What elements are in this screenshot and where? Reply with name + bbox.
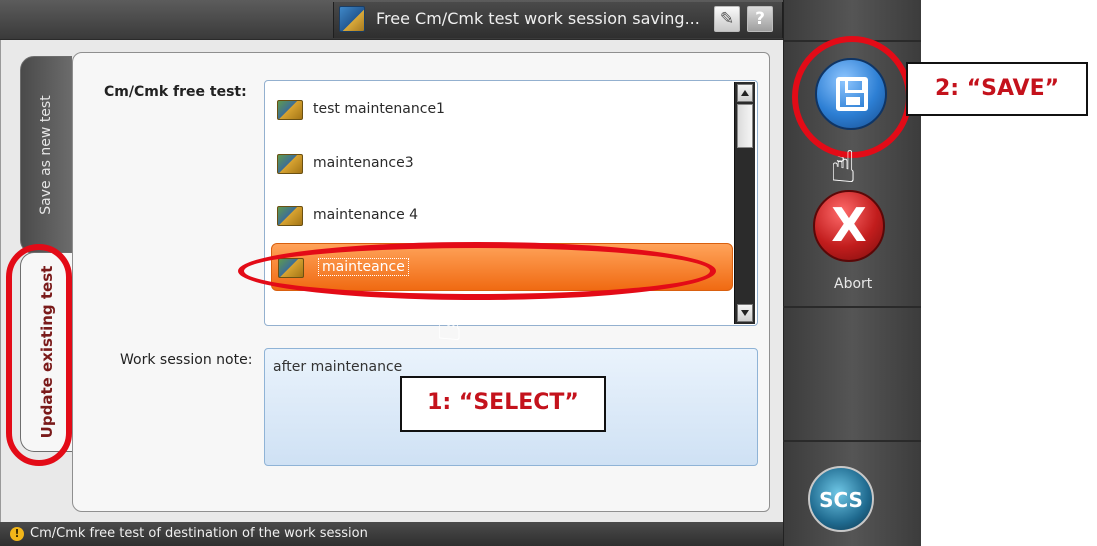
scroll-up-button[interactable] (737, 84, 753, 102)
test-field-label: Cm/Cmk free test: (104, 84, 247, 100)
list-item[interactable]: test maintenance1 (271, 91, 733, 129)
list-item[interactable]: maintenance 4 (271, 197, 733, 235)
divider (783, 306, 921, 308)
warning-icon: ! (10, 527, 24, 541)
note-field-label: Work session note: (120, 352, 253, 368)
annotation-text: 1: “SELECT” (427, 390, 579, 415)
test-icon (277, 154, 303, 174)
abort-button[interactable]: X (813, 190, 885, 262)
divider (783, 440, 921, 442)
arrow-down-icon (741, 310, 749, 316)
pencil-icon[interactable]: ✎ (714, 6, 740, 32)
list-item-label: maintenance3 (313, 155, 414, 171)
annotation-ring-save (792, 36, 912, 158)
abort-button-label: Abort (834, 276, 873, 292)
window-title: Free Cm/Cmk test work session saving... (376, 9, 700, 28)
arrow-up-icon (741, 90, 749, 96)
app-window: Free Cm/Cmk test work session saving... … (0, 0, 1097, 546)
annotation-text: 2: “SAVE” (934, 76, 1060, 101)
scroll-thumb[interactable] (737, 104, 753, 148)
logo-text: SCS (819, 488, 863, 512)
list-item-label: test maintenance1 (313, 101, 445, 117)
annotation-ring-tab (6, 244, 72, 466)
annotation-ring-select (238, 242, 716, 300)
status-text: Cm/Cmk free test of destination of the w… (30, 526, 368, 541)
hand-cursor-icon: ☝ (436, 300, 463, 351)
annotation-callout-select: 1: “SELECT” (400, 376, 606, 432)
app-icon (339, 6, 365, 32)
annotation-callout-save: 2: “SAVE” (906, 62, 1088, 116)
close-icon: X (831, 198, 867, 252)
scroll-down-button[interactable] (737, 304, 753, 322)
list-item-label: maintenance 4 (313, 207, 419, 223)
list-scrollbar[interactable] (734, 82, 755, 324)
help-button[interactable]: ? (747, 6, 773, 32)
hand-cursor-icon: ☝ (830, 142, 857, 193)
note-value: after maintenance (273, 359, 403, 375)
scs-logo: SCS (808, 466, 874, 532)
tab-save-as-new[interactable]: Save as new test (20, 56, 72, 254)
list-item[interactable]: maintenance3 (271, 145, 733, 183)
tab-save-as-new-label: Save as new test (38, 95, 54, 215)
test-icon (277, 206, 303, 226)
status-bar: ! Cm/Cmk free test of destination of the… (0, 522, 783, 546)
test-icon (277, 100, 303, 120)
